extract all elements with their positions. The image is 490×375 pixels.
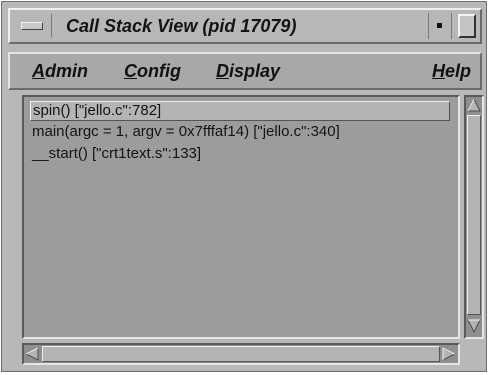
- stack-frame-text: spin() ["jello.c":782]: [33, 102, 162, 119]
- vertical-scrollbar[interactable]: [464, 95, 484, 339]
- menu-admin[interactable]: Admin: [32, 61, 88, 82]
- menu-config[interactable]: Config: [124, 61, 181, 82]
- horizontal-scrollbar[interactable]: [22, 343, 460, 365]
- horizontal-scroll-thumb[interactable]: [42, 346, 440, 362]
- stack-frame-row[interactable]: main(argc = 1, argv = 0x7fffaf14) ["jell…: [30, 122, 340, 142]
- menu-bar: Admin Config Display Help: [8, 52, 482, 90]
- menu-help-label: elp: [445, 61, 472, 81]
- menu-help[interactable]: Help: [432, 61, 471, 82]
- menu-admin-label: dmin: [45, 61, 88, 81]
- menu-help-mnemonic: H: [432, 61, 445, 81]
- stack-frame-row[interactable]: spin() ["jello.c":782]: [30, 101, 450, 121]
- menu-display-label: isplay: [229, 61, 281, 81]
- menu-admin-mnemonic: A: [32, 61, 45, 81]
- window-menu-icon: [21, 22, 43, 30]
- minimize-button[interactable]: [428, 13, 452, 39]
- call-stack-window: Call Stack View (pid 17079) Admin Config…: [1, 1, 487, 372]
- arrow-right-icon: [442, 347, 456, 361]
- arrow-left-icon: [25, 347, 39, 361]
- stack-frame-row[interactable]: __start() ["crt1text.s":133]: [30, 144, 201, 164]
- menu-config-label: onfig: [137, 61, 181, 81]
- menu-display[interactable]: Display: [216, 61, 280, 82]
- minimize-icon: [437, 23, 442, 28]
- scroll-left-button[interactable]: [25, 347, 39, 361]
- window-menu-button[interactable]: [14, 14, 52, 38]
- arrow-down-icon: [467, 319, 481, 333]
- stack-frame-text: __start() ["crt1text.s":133]: [32, 145, 202, 162]
- stack-frame-text: main(argc = 1, argv = 0x7fffaf14) ["jell…: [32, 123, 340, 140]
- title-bar[interactable]: Call Stack View (pid 17079): [8, 8, 482, 44]
- arrow-up-icon: [467, 98, 481, 112]
- scroll-up-button[interactable]: [467, 98, 481, 112]
- maximize-button[interactable]: [458, 14, 476, 38]
- menu-display-mnemonic: D: [216, 61, 229, 81]
- scrollbar-corner: [464, 343, 484, 365]
- window-title: Call Stack View (pid 17079): [66, 16, 297, 36]
- call-stack-list[interactable]: spin() ["jello.c":782] main(argc = 1, ar…: [22, 95, 460, 339]
- vertical-scroll-thumb[interactable]: [467, 115, 481, 315]
- menu-config-mnemonic: C: [124, 61, 137, 81]
- scroll-down-button[interactable]: [467, 319, 481, 333]
- scroll-right-button[interactable]: [442, 347, 456, 361]
